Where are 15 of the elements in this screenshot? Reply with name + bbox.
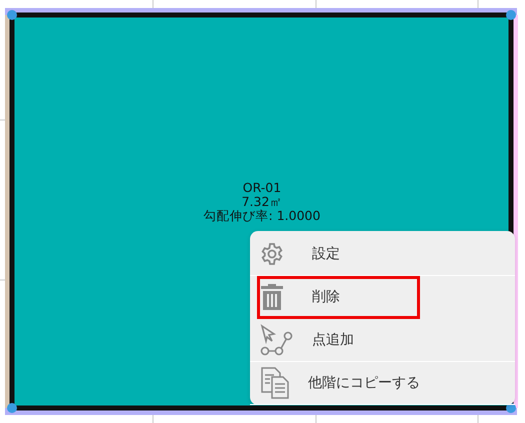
room-name: OR-01 — [242, 180, 282, 195]
room-area: 7.32㎡ — [242, 194, 282, 209]
menu-item[interactable]: 設定 — [250, 233, 515, 276]
node-path-icon — [260, 324, 294, 356]
gear-icon — [260, 242, 284, 266]
vertex-handle[interactable] — [7, 403, 17, 413]
trash-icon — [260, 284, 284, 310]
menu-item[interactable]: 点追加 — [250, 319, 515, 362]
slope-ratio: 勾配伸び率: 1.0000 — [204, 208, 320, 223]
documents-icon — [260, 367, 290, 399]
vertex-handle[interactable] — [506, 403, 516, 413]
menu-item[interactable]: 削除 — [257, 276, 420, 319]
menu-item[interactable]: 他階にコピーする — [250, 362, 515, 405]
vertex-handle[interactable] — [7, 10, 17, 20]
vertex-handle[interactable] — [506, 10, 516, 20]
